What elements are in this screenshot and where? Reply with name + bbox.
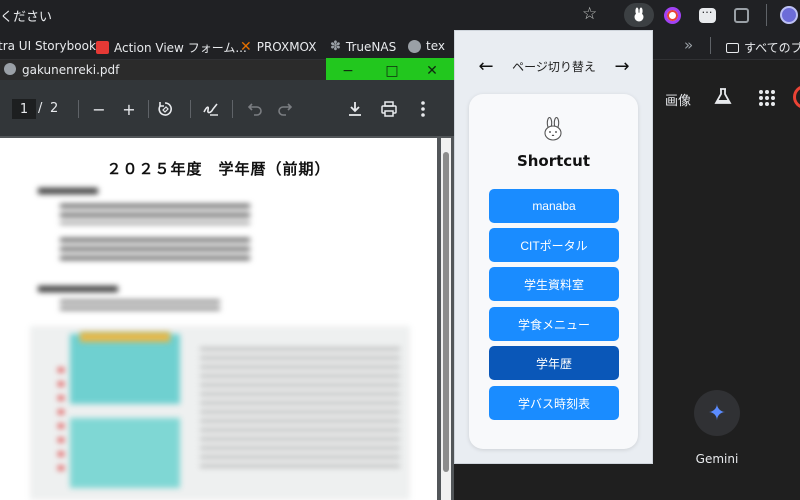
blurred-calendar-cells: [70, 418, 180, 488]
profile-avatar[interactable]: [779, 5, 799, 25]
bookmarks-divider: [710, 37, 711, 54]
shortcut-extension-popup: ← ページ切り替え → Shortcut manaba CITポータル 学生資料…: [454, 30, 653, 464]
blurred-text: [38, 286, 118, 292]
bookmark-truenas[interactable]: ✽ TrueNAS: [330, 39, 396, 54]
browser-toolbar: ください ☆: [0, 0, 800, 30]
toolbar-separator: [190, 100, 191, 118]
pdf-viewer-window: gakunenreki.pdf − □ ✕ 1 / 2 − + ２０２５年度 学…: [0, 58, 454, 500]
document-title: ２０２５年度 学年暦（前期）: [106, 160, 331, 178]
undo-icon[interactable]: [244, 98, 266, 120]
apps-grid-icon[interactable]: [759, 90, 775, 106]
page-total: 2: [50, 101, 59, 116]
scrollbar-thumb[interactable]: [443, 152, 449, 472]
toolbar-separator: [78, 100, 79, 118]
folder-icon: [726, 42, 739, 53]
rails-icon: [96, 41, 109, 54]
bookmarks-bar: tra UI Storybook Action View フォーム... ✕ P…: [0, 30, 800, 60]
bookmark-tex[interactable]: tex: [408, 39, 445, 53]
bookmark-proxmox[interactable]: ✕ PROXMOX: [240, 39, 316, 55]
images-link[interactable]: 画像: [665, 90, 691, 109]
print-icon[interactable]: [378, 98, 400, 120]
ring-extension-icon[interactable]: [662, 5, 682, 25]
rotate-icon[interactable]: [154, 98, 176, 120]
bookmark-action-view[interactable]: Action View フォーム...: [96, 39, 247, 56]
zoom-in-button[interactable]: +: [118, 98, 140, 120]
proxmox-icon: ✕: [240, 39, 252, 55]
next-page-button[interactable]: →: [608, 53, 636, 79]
rabbit-logo-icon: [544, 116, 562, 141]
shortcut-academic-calendar-button[interactable]: 学年歴: [489, 346, 619, 380]
globe-icon: [408, 39, 421, 53]
shortcut-title: Shortcut: [516, 152, 591, 170]
blurred-text: [60, 238, 250, 264]
bookmark-storybook[interactable]: tra UI Storybook: [0, 39, 96, 53]
labs-flask-icon[interactable]: [713, 86, 733, 110]
bookmark-star-icon[interactable]: ☆: [582, 4, 597, 24]
truenas-icon: ✽: [330, 39, 341, 54]
blurred-text: [60, 204, 250, 224]
annotate-pen-icon[interactable]: [200, 98, 222, 120]
gemini-sparkle-icon: ✦: [707, 400, 727, 426]
shortcut-bus-timetable-button[interactable]: 学バス時刻表: [489, 386, 619, 420]
redo-icon[interactable]: [274, 98, 296, 120]
puzzle-icon[interactable]: [731, 5, 751, 25]
toolbar-divider: [766, 4, 767, 26]
more-options-icon[interactable]: [412, 98, 434, 120]
google-page-background: 画像: [653, 60, 800, 500]
blurred-text: [38, 188, 98, 194]
all-bookmarks-folder[interactable]: すべてのブック: [726, 39, 800, 56]
window-titlebar[interactable]: gakunenreki.pdf − □ ✕: [0, 58, 454, 84]
account-avatar-edge[interactable]: [793, 85, 800, 109]
shortcut-cit-portal-button[interactable]: CITポータル: [489, 228, 619, 262]
blurred-calendar-cells: [70, 334, 180, 404]
page-number-input[interactable]: 1: [12, 99, 36, 119]
toolbar-separator: [232, 100, 233, 118]
bookmarks-overflow-chevron[interactable]: »: [684, 36, 693, 54]
gemini-label: Gemini: [695, 452, 739, 466]
shortcut-student-materials-button[interactable]: 学生資料室: [489, 267, 619, 301]
address-bar[interactable]: ください: [0, 6, 52, 25]
chat-extension-icon[interactable]: [697, 3, 717, 25]
download-icon[interactable]: [344, 98, 366, 120]
window-title: gakunenreki.pdf: [22, 63, 120, 77]
shortcut-cafeteria-menu-button[interactable]: 学食メニュー: [489, 307, 619, 341]
pdf-toolbar: 1 / 2 − +: [0, 80, 454, 136]
pdf-content-area[interactable]: ２０２５年度 学年暦（前期）: [0, 136, 454, 500]
blurred-text: [200, 348, 400, 468]
blurred-text: [58, 368, 64, 478]
gemini-button[interactable]: ✦: [694, 390, 740, 436]
blurred-text: [60, 300, 220, 314]
zoom-out-button[interactable]: −: [88, 98, 110, 120]
blurred-calendar-cells: [80, 332, 170, 342]
rabbit-extension-icon[interactable]: [624, 3, 654, 27]
page-separator: /: [38, 101, 43, 116]
shortcut-manaba-button[interactable]: manaba: [489, 189, 619, 223]
file-icon: [4, 63, 16, 75]
page-switch-label: ページ切り替え: [512, 60, 596, 74]
shortcut-card: Shortcut manaba CITポータル 学生資料室 学食メニュー 学年歴…: [469, 94, 638, 449]
pdf-page: ２０２５年度 学年暦（前期）: [0, 138, 437, 500]
toolbar-separator: [148, 100, 149, 118]
